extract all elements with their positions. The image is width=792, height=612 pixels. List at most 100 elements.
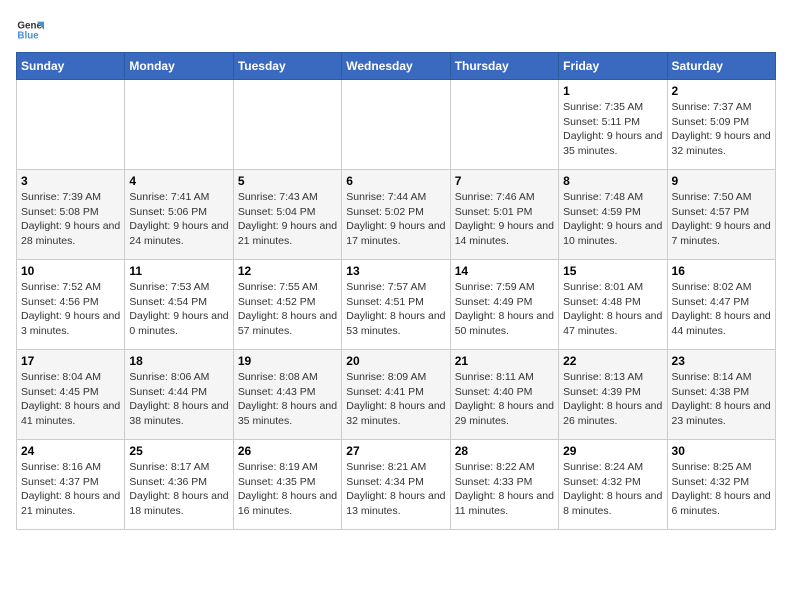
calendar-header-row: SundayMondayTuesdayWednesdayThursdayFrid… (17, 53, 776, 80)
svg-text:Blue: Blue (17, 30, 39, 41)
day-number: 9 (672, 174, 771, 188)
day-info: Sunrise: 8:14 AM Sunset: 4:38 PM Dayligh… (672, 370, 771, 429)
day-number: 5 (238, 174, 337, 188)
day-number: 15 (563, 264, 662, 278)
day-info: Sunrise: 8:19 AM Sunset: 4:35 PM Dayligh… (238, 460, 337, 519)
calendar-cell: 13 Sunrise: 7:57 AM Sunset: 4:51 PM Dayli… (342, 260, 450, 350)
day-number: 6 (346, 174, 445, 188)
calendar-cell: 30 Sunrise: 8:25 AM Sunset: 4:32 PM Dayli… (667, 440, 775, 530)
day-info: Sunrise: 7:59 AM Sunset: 4:49 PM Dayligh… (455, 280, 554, 339)
day-number: 10 (21, 264, 120, 278)
day-header-thursday: Thursday (450, 53, 558, 80)
day-number: 22 (563, 354, 662, 368)
day-info: Sunrise: 8:04 AM Sunset: 4:45 PM Dayligh… (21, 370, 120, 429)
calendar-cell (17, 80, 125, 170)
day-number: 17 (21, 354, 120, 368)
day-number: 25 (129, 444, 228, 458)
day-info: Sunrise: 8:11 AM Sunset: 4:40 PM Dayligh… (455, 370, 554, 429)
day-number: 7 (455, 174, 554, 188)
day-number: 27 (346, 444, 445, 458)
week-row-1: 1Sunrise: 7:35 AM Sunset: 5:11 PM Daylig… (17, 80, 776, 170)
calendar-cell: 25 Sunrise: 8:17 AM Sunset: 4:36 PM Dayli… (125, 440, 233, 530)
week-row-3: 10 Sunrise: 7:52 AM Sunset: 4:56 PM Dayli… (17, 260, 776, 350)
day-info: Sunrise: 8:08 AM Sunset: 4:43 PM Dayligh… (238, 370, 337, 429)
day-info: Sunrise: 7:46 AM Sunset: 5:01 PM Dayligh… (455, 190, 554, 249)
day-info: Sunrise: 7:41 AM Sunset: 5:06 PM Dayligh… (129, 190, 228, 249)
calendar-cell: 15 Sunrise: 8:01 AM Sunset: 4:48 PM Dayli… (559, 260, 667, 350)
calendar-cell: 6 Sunrise: 7:44 AM Sunset: 5:02 PM Daylig… (342, 170, 450, 260)
calendar-cell: 24 Sunrise: 8:16 AM Sunset: 4:37 PM Dayli… (17, 440, 125, 530)
day-number: 1 (563, 84, 662, 98)
day-info: Sunrise: 7:52 AM Sunset: 4:56 PM Dayligh… (21, 280, 120, 339)
calendar-cell: 20Sunrise: 8:09 AM Sunset: 4:41 PM Dayli… (342, 350, 450, 440)
day-info: Sunrise: 8:01 AM Sunset: 4:48 PM Dayligh… (563, 280, 662, 339)
day-info: Sunrise: 7:50 AM Sunset: 4:57 PM Dayligh… (672, 190, 771, 249)
day-info: Sunrise: 8:24 AM Sunset: 4:32 PM Dayligh… (563, 460, 662, 519)
calendar-cell: 19 Sunrise: 8:08 AM Sunset: 4:43 PM Dayli… (233, 350, 341, 440)
day-info: Sunrise: 8:17 AM Sunset: 4:36 PM Dayligh… (129, 460, 228, 519)
calendar-cell: 9 Sunrise: 7:50 AM Sunset: 4:57 PM Daylig… (667, 170, 775, 260)
day-number: 14 (455, 264, 554, 278)
day-number: 18 (129, 354, 228, 368)
logo-icon: General Blue (16, 16, 44, 44)
day-info: Sunrise: 8:25 AM Sunset: 4:32 PM Dayligh… (672, 460, 771, 519)
calendar-cell: 14 Sunrise: 7:59 AM Sunset: 4:49 PM Dayli… (450, 260, 558, 350)
calendar-cell: 27 Sunrise: 8:21 AM Sunset: 4:34 PM Dayli… (342, 440, 450, 530)
calendar-cell: 11 Sunrise: 7:53 AM Sunset: 4:54 PM Dayli… (125, 260, 233, 350)
calendar: SundayMondayTuesdayWednesdayThursdayFrid… (16, 52, 776, 530)
day-number: 13 (346, 264, 445, 278)
calendar-cell: 4Sunrise: 7:41 AM Sunset: 5:06 PM Daylig… (125, 170, 233, 260)
day-info: Sunrise: 8:13 AM Sunset: 4:39 PM Dayligh… (563, 370, 662, 429)
day-number: 3 (21, 174, 120, 188)
calendar-cell (233, 80, 341, 170)
calendar-cell: 3 Sunrise: 7:39 AM Sunset: 5:08 PM Daylig… (17, 170, 125, 260)
day-info: Sunrise: 8:06 AM Sunset: 4:44 PM Dayligh… (129, 370, 228, 429)
day-info: Sunrise: 8:16 AM Sunset: 4:37 PM Dayligh… (21, 460, 120, 519)
day-number: 11 (129, 264, 228, 278)
day-number: 21 (455, 354, 554, 368)
calendar-cell (125, 80, 233, 170)
day-info: Sunrise: 7:55 AM Sunset: 4:52 PM Dayligh… (238, 280, 337, 339)
page-header: General Blue (16, 16, 776, 44)
day-number: 2 (672, 84, 771, 98)
day-info: Sunrise: 7:43 AM Sunset: 5:04 PM Dayligh… (238, 190, 337, 249)
day-number: 19 (238, 354, 337, 368)
calendar-cell: 22 Sunrise: 8:13 AM Sunset: 4:39 PM Dayli… (559, 350, 667, 440)
calendar-cell: 16 Sunrise: 8:02 AM Sunset: 4:47 PM Dayli… (667, 260, 775, 350)
day-number: 8 (563, 174, 662, 188)
week-row-5: 24 Sunrise: 8:16 AM Sunset: 4:37 PM Dayli… (17, 440, 776, 530)
calendar-cell: 5 Sunrise: 7:43 AM Sunset: 5:04 PM Daylig… (233, 170, 341, 260)
calendar-cell (450, 80, 558, 170)
week-row-2: 3 Sunrise: 7:39 AM Sunset: 5:08 PM Daylig… (17, 170, 776, 260)
day-header-saturday: Saturday (667, 53, 775, 80)
day-number: 30 (672, 444, 771, 458)
day-header-tuesday: Tuesday (233, 53, 341, 80)
day-number: 28 (455, 444, 554, 458)
day-header-monday: Monday (125, 53, 233, 80)
calendar-cell: 12Sunrise: 7:55 AM Sunset: 4:52 PM Dayli… (233, 260, 341, 350)
day-number: 16 (672, 264, 771, 278)
calendar-cell: 1Sunrise: 7:35 AM Sunset: 5:11 PM Daylig… (559, 80, 667, 170)
day-header-wednesday: Wednesday (342, 53, 450, 80)
week-row-4: 17 Sunrise: 8:04 AM Sunset: 4:45 PM Dayli… (17, 350, 776, 440)
day-info: Sunrise: 8:21 AM Sunset: 4:34 PM Dayligh… (346, 460, 445, 519)
calendar-cell (342, 80, 450, 170)
day-info: Sunrise: 7:37 AM Sunset: 5:09 PM Dayligh… (672, 100, 771, 159)
calendar-cell: 26 Sunrise: 8:19 AM Sunset: 4:35 PM Dayli… (233, 440, 341, 530)
day-info: Sunrise: 7:39 AM Sunset: 5:08 PM Dayligh… (21, 190, 120, 249)
day-number: 29 (563, 444, 662, 458)
day-info: Sunrise: 7:53 AM Sunset: 4:54 PM Dayligh… (129, 280, 228, 339)
day-info: Sunrise: 7:57 AM Sunset: 4:51 PM Dayligh… (346, 280, 445, 339)
calendar-cell: 8Sunrise: 7:48 AM Sunset: 4:59 PM Daylig… (559, 170, 667, 260)
calendar-cell: 29 Sunrise: 8:24 AM Sunset: 4:32 PM Dayli… (559, 440, 667, 530)
day-number: 24 (21, 444, 120, 458)
day-number: 23 (672, 354, 771, 368)
calendar-cell: 28 Sunrise: 8:22 AM Sunset: 4:33 PM Dayli… (450, 440, 558, 530)
day-header-sunday: Sunday (17, 53, 125, 80)
calendar-cell: 23 Sunrise: 8:14 AM Sunset: 4:38 PM Dayli… (667, 350, 775, 440)
day-info: Sunrise: 7:44 AM Sunset: 5:02 PM Dayligh… (346, 190, 445, 249)
day-number: 26 (238, 444, 337, 458)
calendar-cell: 21 Sunrise: 8:11 AM Sunset: 4:40 PM Dayli… (450, 350, 558, 440)
day-info: Sunrise: 8:02 AM Sunset: 4:47 PM Dayligh… (672, 280, 771, 339)
day-info: Sunrise: 8:22 AM Sunset: 4:33 PM Dayligh… (455, 460, 554, 519)
